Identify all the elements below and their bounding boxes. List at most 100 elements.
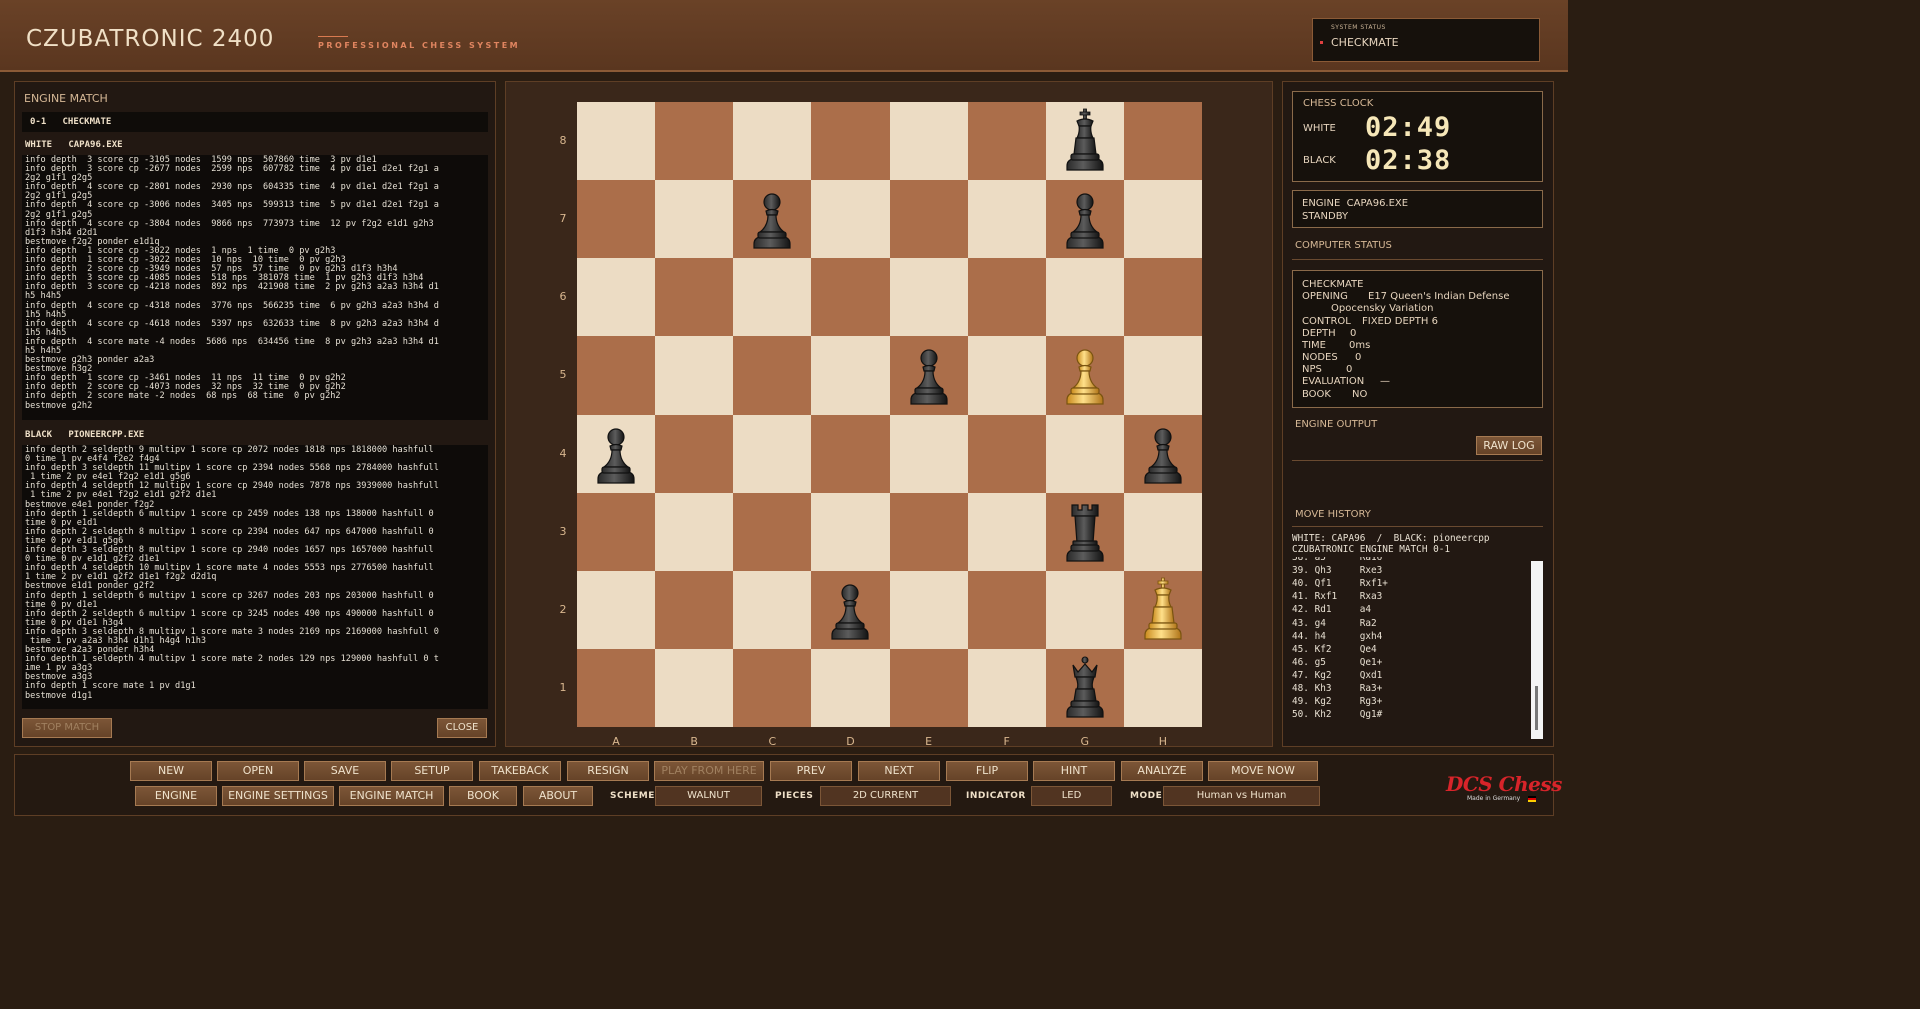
mode-select[interactable]: Human vs Human [1163,786,1320,806]
square-a8[interactable] [577,102,656,181]
square-a1[interactable] [577,648,656,727]
square-d4[interactable] [811,414,890,493]
square-g4[interactable] [1045,414,1124,493]
square-e7[interactable] [889,180,968,259]
square-h3[interactable] [1123,492,1202,571]
square-h1[interactable] [1123,648,1202,727]
analyze-button[interactable]: ANALYZE [1121,761,1203,781]
move-row[interactable]: 50. Kh2 Qg1# [1292,708,1382,721]
takeback-button[interactable]: TAKEBACK [479,761,561,781]
square-d3[interactable] [811,492,890,571]
square-f7[interactable] [967,180,1046,259]
black-pawn-icon[interactable] [742,186,802,252]
square-c8[interactable] [733,102,812,181]
square-g2[interactable] [1045,570,1124,649]
move-row[interactable]: 40. Qf1 Rxf1+ [1292,577,1388,590]
square-e1[interactable] [889,648,968,727]
square-b4[interactable] [655,414,734,493]
square-c2[interactable] [733,570,812,649]
square-c4[interactable] [733,414,812,493]
square-c6[interactable] [733,258,812,337]
engine-match-button[interactable]: ENGINE MATCH [339,786,444,806]
move-row[interactable]: 43. g4 Ra2 [1292,617,1377,630]
indicator-select[interactable]: LED [1031,786,1112,806]
black-pawn-icon[interactable] [1133,421,1193,487]
square-c5[interactable] [733,336,812,415]
square-f3[interactable] [967,492,1046,571]
square-a3[interactable] [577,492,656,571]
square-b5[interactable] [655,336,734,415]
square-d5[interactable] [811,336,890,415]
black-pawn-icon[interactable] [820,577,880,643]
move-row[interactable]: 44. h4 gxh4 [1292,630,1382,643]
move-row[interactable]: 45. Kf2 Qe4 [1292,643,1377,656]
square-d6[interactable] [811,258,890,337]
square-f1[interactable] [967,648,1046,727]
black-rook-icon[interactable] [1055,499,1115,565]
engine-button[interactable]: ENGINE [135,786,217,806]
about-button[interactable]: ABOUT [523,786,593,806]
black-pawn-icon[interactable] [586,421,646,487]
scheme-select[interactable]: WALNUT [655,786,762,806]
white-pawn-icon[interactable] [1055,342,1115,408]
square-a5[interactable] [577,336,656,415]
square-f5[interactable] [967,336,1046,415]
square-h8[interactable] [1123,102,1202,181]
close-button[interactable]: CLOSE [437,718,487,738]
history-scroll-thumb[interactable] [1535,686,1538,730]
square-c3[interactable] [733,492,812,571]
next-button[interactable]: NEXT [858,761,940,781]
book-button[interactable]: BOOK [449,786,517,806]
white-king-icon[interactable] [1133,577,1193,643]
square-a2[interactable] [577,570,656,649]
move-row[interactable]: 46. g5 Qe1+ [1292,656,1382,669]
move-row[interactable]: 48. Kh3 Ra3+ [1292,682,1382,695]
square-b1[interactable] [655,648,734,727]
square-e2[interactable] [889,570,968,649]
move-history-list[interactable]: 38. a5 Ra16 39. Qh3 Rxe3 40. Qf1 Rxf1+ 41. … [1292,557,1528,739]
new-button[interactable]: NEW [130,761,212,781]
square-f4[interactable] [967,414,1046,493]
square-e3[interactable] [889,492,968,571]
black-engine-log[interactable]: info depth 2 seldepth 9 multipv 1 score … [22,445,488,709]
square-e8[interactable] [889,102,968,181]
square-b8[interactable] [655,102,734,181]
square-f8[interactable] [967,102,1046,181]
square-h7[interactable] [1123,180,1202,259]
black-queen-icon[interactable] [1055,655,1115,721]
move-row[interactable]: 47. Kg2 Qxd1 [1292,669,1382,682]
square-d8[interactable] [811,102,890,181]
move-row[interactable]: 38. a5 Ra16 [1292,557,1382,564]
black-pawn-icon[interactable] [1055,186,1115,252]
move-row[interactable]: 49. Kg2 Rg3+ [1292,695,1382,708]
move-row[interactable]: 39. Qh3 Rxe3 [1292,564,1382,577]
square-b2[interactable] [655,570,734,649]
flip-button[interactable]: FLIP [946,761,1028,781]
pieces-select[interactable]: 2D CURRENT [820,786,951,806]
hint-button[interactable]: HINT [1033,761,1115,781]
square-f2[interactable] [967,570,1046,649]
square-h5[interactable] [1123,336,1202,415]
square-h6[interactable] [1123,258,1202,337]
square-d7[interactable] [811,180,890,259]
square-b3[interactable] [655,492,734,571]
square-e6[interactable] [889,258,968,337]
square-c1[interactable] [733,648,812,727]
prev-button[interactable]: PREV [770,761,852,781]
square-g6[interactable] [1045,258,1124,337]
square-a6[interactable] [577,258,656,337]
square-b6[interactable] [655,258,734,337]
open-button[interactable]: OPEN [217,761,299,781]
chess-board[interactable] [577,102,1202,727]
resign-button[interactable]: RESIGN [567,761,649,781]
stop-match-button[interactable]: STOP MATCH [22,718,112,738]
square-a7[interactable] [577,180,656,259]
square-d1[interactable] [811,648,890,727]
black-pawn-icon[interactable] [899,342,959,408]
move-row[interactable]: 41. Rxf1 Rxa3 [1292,590,1382,603]
engine-settings-button[interactable]: ENGINE SETTINGS [222,786,334,806]
square-b7[interactable] [655,180,734,259]
setup-button[interactable]: SETUP [391,761,473,781]
square-f6[interactable] [967,258,1046,337]
move-row[interactable]: 42. Rd1 a4 [1292,603,1371,616]
